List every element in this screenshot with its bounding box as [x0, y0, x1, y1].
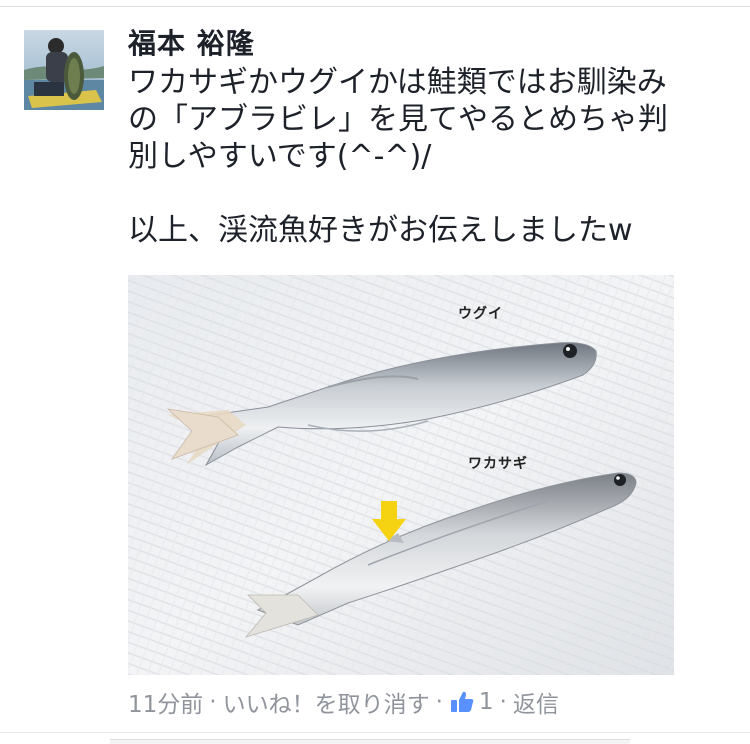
comment-text-line: 以上、渓流魚好きがお伝えしましたw [128, 213, 633, 248]
comment-text-line: 別しやすいです(^-^)/ [128, 139, 432, 174]
timestamp[interactable]: 11分前 [128, 685, 203, 719]
comment-body: 福本 裕隆 ワカサギかウグイかは鮭類ではお馴染み の「アブラビレ」を見てやるとめ… [128, 24, 728, 249]
photo-label-ugui: ウグイ [458, 306, 503, 322]
separator: · [209, 689, 217, 715]
top-divider [0, 6, 750, 7]
comment-text-line: の「アブラビレ」を見てやるとめちゃ判 [128, 102, 668, 137]
comment-screen: 福本 裕隆 ワカサギかウグイかは鮭類ではお馴染み の「アブラビレ」を見てやるとめ… [0, 0, 750, 744]
like-count[interactable]: 1 [479, 689, 494, 715]
thumbs-up-icon[interactable] [449, 689, 475, 715]
photo-label-wakasagi: ワカサギ [468, 456, 528, 472]
separator: · [435, 689, 443, 715]
separator: · [499, 689, 507, 715]
avatar[interactable] [24, 30, 104, 110]
comment-meta: 11分前 · いいね！を取り消す · 1 · 返信 [128, 686, 559, 718]
next-item-edge [110, 739, 630, 744]
bottom-divider [0, 732, 750, 733]
unlike-button[interactable]: いいね！を取り消す [223, 685, 430, 719]
author-name[interactable]: 福本 裕隆 [128, 24, 728, 64]
reply-button[interactable]: 返信 [513, 685, 559, 719]
attached-photo[interactable]: ウグイ ワカサギ [128, 275, 674, 675]
comment-text-line: ワカサギかウグイかは鮭類ではお馴染み [128, 65, 667, 100]
